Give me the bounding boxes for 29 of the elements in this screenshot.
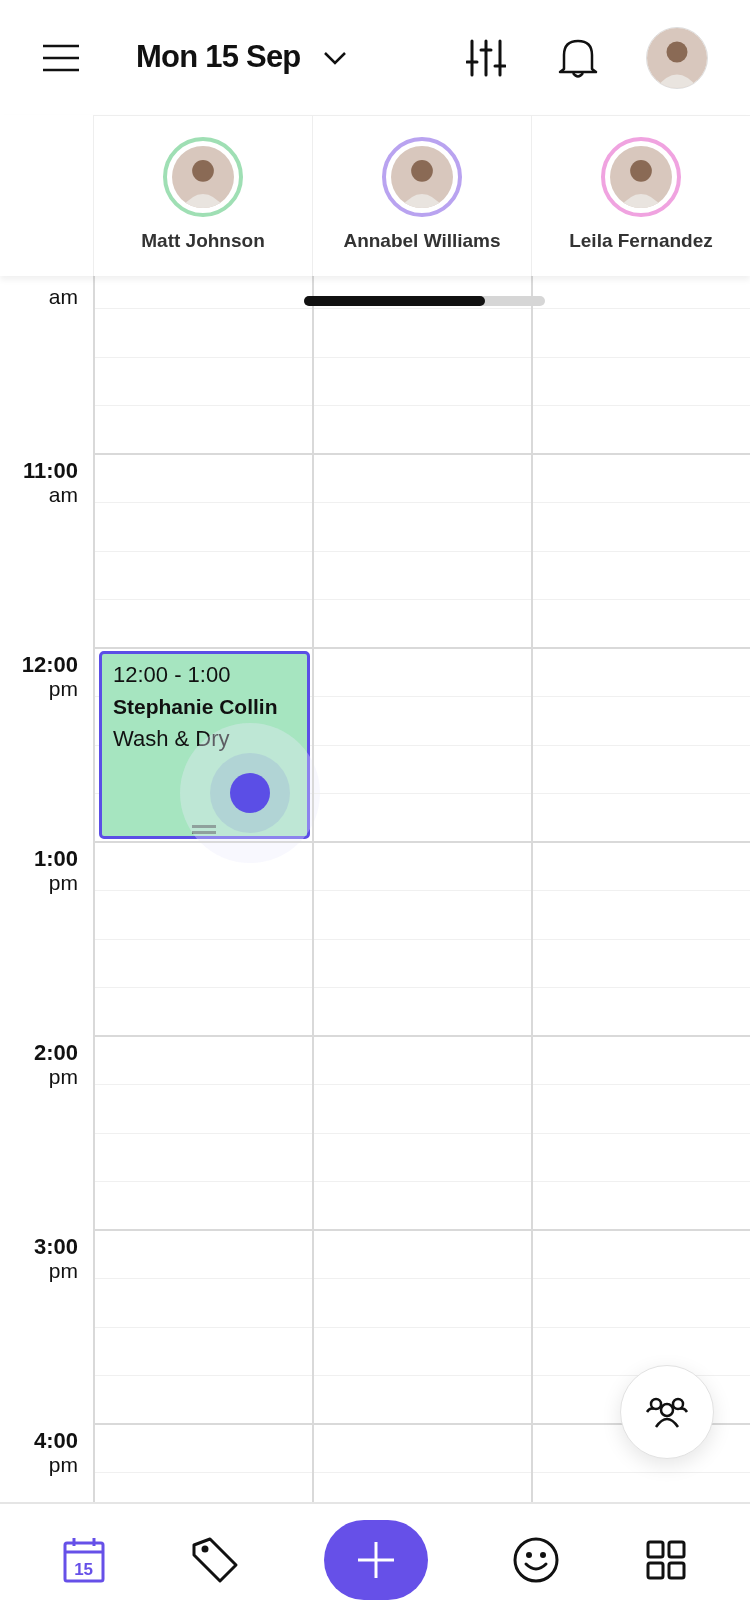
period-label: am	[48, 285, 78, 309]
hour-label: 4:00	[33, 1429, 78, 1453]
resize-handle-icon[interactable]	[192, 825, 216, 834]
appointment-time: 12:00 - 1:00	[113, 661, 232, 689]
plus-icon	[355, 1540, 396, 1580]
service-name: Wash & Dry	[113, 725, 231, 753]
hour-label: 2:00	[33, 1041, 78, 1065]
date-selector[interactable]: Mon 15 Sep	[136, 34, 347, 81]
period-label: am	[48, 483, 78, 507]
menu-icon[interactable]	[42, 42, 80, 73]
hour-label: 12:00	[21, 653, 78, 677]
period-label: pm	[48, 677, 78, 701]
appointment-card[interactable]: 12:00 - 1:00 Stephanie Collin Wash & Dry	[99, 651, 310, 839]
staff-name: Annabel Williams	[343, 228, 501, 253]
staff-name: Matt Johnson	[141, 228, 265, 253]
scroll-thumb[interactable]	[304, 296, 485, 306]
hour-label: 3:00	[33, 1235, 78, 1259]
period-label: pm	[48, 1065, 78, 1089]
hour-label: 1:00	[33, 847, 78, 871]
period-label: pm	[48, 871, 78, 895]
grid-tab[interactable]	[644, 1538, 689, 1582]
period-label: pm	[48, 1259, 78, 1283]
staff-name: Leila Fernandez	[569, 228, 713, 253]
hour-label: 11:00	[22, 459, 78, 483]
client-name: Stephanie Collin	[113, 694, 279, 720]
period-label: pm	[48, 1453, 78, 1477]
people-icon	[645, 1395, 689, 1429]
filter-icon[interactable]	[466, 37, 506, 78]
chevron-down-icon	[322, 50, 347, 65]
